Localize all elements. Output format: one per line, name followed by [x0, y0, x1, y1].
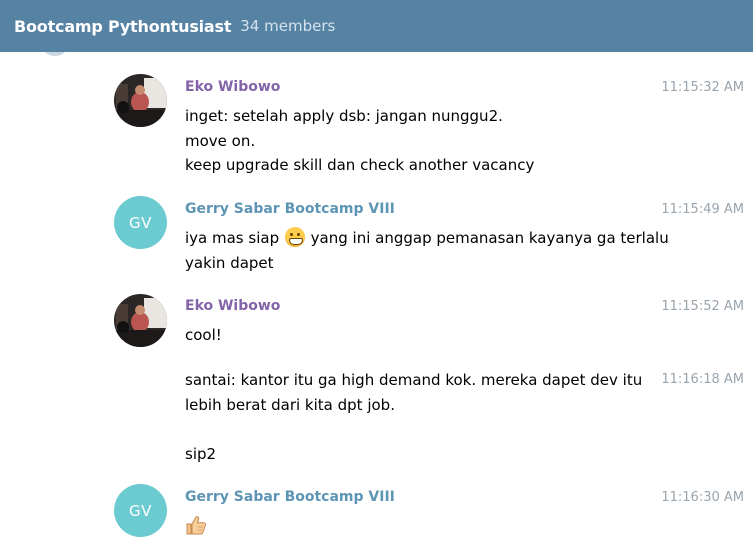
chat-header[interactable]: Bootcamp Pythontusiast 34 members: [0, 0, 753, 52]
avatar-gerry-sabar[interactable]: GV: [114, 196, 167, 249]
message-line: yakin dapet: [185, 253, 274, 272]
message-timestamp: 11:16:18 AM: [661, 372, 744, 387]
message-line: move on.: [185, 131, 256, 150]
message-line: [185, 417, 642, 442]
message-text: inget: setelah apply dsb: jangan nunggu2…: [185, 104, 534, 178]
avatar-eko-wibowo[interactable]: [114, 294, 167, 347]
message-text: cool!: [185, 326, 222, 344]
chat-title[interactable]: Bootcamp Pythontusiast: [14, 17, 231, 36]
message-line: sip2: [185, 444, 217, 463]
message-text: iya mas siap yang ini anggap pemanasan k…: [185, 226, 669, 275]
message-line: santai: kantor itu ga high demand kok. m…: [185, 371, 643, 389]
message-author[interactable]: Gerry Sabar Bootcamp VIII: [185, 489, 395, 505]
avatar-initials: GV: [129, 213, 152, 232]
message-timestamp: 11:15:49 AM: [661, 202, 744, 217]
thumbs-up-icon: [184, 513, 208, 541]
message-timestamp: 11:15:32 AM: [661, 80, 744, 95]
avatar-gerry-sabar[interactable]: GV: [114, 484, 167, 537]
message-line: inget: setelah apply dsb: jangan nunggu2…: [185, 107, 503, 125]
message-line: lebih berat dari kita dpt job.: [185, 395, 395, 414]
message-timestamp: 11:16:30 AM: [661, 490, 744, 505]
message-segment: yang ini anggap pemanasan kayanya ga ter…: [310, 229, 669, 247]
avatar-initials: GV: [129, 501, 152, 520]
message-author[interactable]: Eko Wibowo: [185, 79, 280, 95]
avatar-eko-wibowo[interactable]: [114, 74, 167, 127]
grinning-face-icon: [284, 227, 305, 247]
member-count[interactable]: 34 members: [240, 17, 335, 35]
message-author[interactable]: Gerry Sabar Bootcamp VIII: [185, 201, 395, 217]
message-text: santai: kantor itu ga high demand kok. m…: [185, 368, 642, 466]
message-line: keep upgrade skill dan check another vac…: [185, 156, 535, 174]
message-line: iya mas siap yang ini anggap pemanasan k…: [185, 226, 669, 251]
message-segment: iya mas siap: [185, 229, 280, 247]
message-timestamp: 11:15:52 AM: [661, 299, 744, 314]
message-author[interactable]: Eko Wibowo: [185, 298, 280, 314]
